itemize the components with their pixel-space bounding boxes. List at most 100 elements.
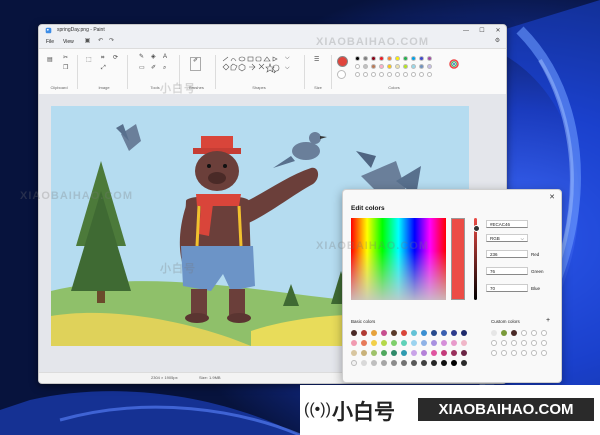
custom-color-swatch[interactable] — [531, 330, 537, 336]
resize-icon[interactable]: ⤢ — [101, 65, 106, 72]
basic-color-swatch[interactable] — [371, 350, 377, 356]
value-slider-handle[interactable] — [473, 225, 480, 232]
color-swatch[interactable] — [379, 64, 384, 69]
outline-dropdown-icon[interactable]: ⌵ — [285, 55, 290, 62]
custom-color-swatch[interactable] — [521, 330, 527, 336]
color-swatch[interactable] — [355, 72, 360, 77]
pencil-icon[interactable]: ✎ — [139, 54, 144, 61]
color-swatch[interactable] — [419, 56, 424, 61]
shapes-gallery[interactable] — [221, 55, 281, 77]
basic-color-swatch[interactable] — [351, 350, 357, 356]
select-icon[interactable]: ⬚ — [86, 57, 92, 64]
basic-color-swatch[interactable] — [431, 330, 437, 336]
basic-color-swatch[interactable] — [371, 360, 377, 366]
save-icon[interactable]: ▣ — [84, 38, 91, 45]
basic-color-swatch[interactable] — [441, 340, 447, 346]
fill-icon[interactable]: ◈ — [151, 54, 156, 61]
redo-icon[interactable]: ↷ — [108, 38, 115, 45]
minimize-button[interactable]: — — [458, 25, 474, 36]
close-button[interactable]: ✕ — [490, 25, 506, 36]
basic-color-swatch[interactable] — [381, 360, 387, 366]
basic-color-swatch[interactable] — [391, 330, 397, 336]
custom-color-swatch[interactable] — [521, 350, 527, 356]
basic-color-swatch[interactable] — [391, 340, 397, 346]
basic-color-swatch[interactable] — [411, 330, 417, 336]
basic-color-swatch[interactable] — [441, 350, 447, 356]
color-swatch[interactable] — [403, 72, 408, 77]
copy-icon[interactable]: ❐ — [63, 65, 68, 72]
active-color-2[interactable] — [337, 70, 346, 79]
basic-color-swatch[interactable] — [351, 330, 357, 336]
maximize-button[interactable]: ☐ — [474, 25, 490, 36]
undo-icon[interactable]: ↶ — [97, 38, 104, 45]
add-custom-color-button[interactable]: + — [546, 317, 550, 324]
color-swatch[interactable] — [363, 72, 368, 77]
basic-color-swatch[interactable] — [431, 340, 437, 346]
basic-color-swatch[interactable] — [391, 350, 397, 356]
custom-color-swatch[interactable] — [541, 340, 547, 346]
basic-color-swatch[interactable] — [451, 330, 457, 336]
basic-color-swatch[interactable] — [421, 360, 427, 366]
fill-dropdown-icon[interactable]: ⌵ — [285, 65, 290, 72]
eraser-icon[interactable]: ▭ — [139, 65, 145, 72]
custom-color-swatch[interactable] — [511, 350, 517, 356]
basic-color-swatch[interactable] — [401, 330, 407, 336]
basic-color-swatch[interactable] — [351, 360, 357, 366]
color-swatch[interactable] — [419, 64, 424, 69]
basic-color-swatch[interactable] — [371, 340, 377, 346]
color-swatch[interactable] — [371, 64, 376, 69]
basic-color-swatch[interactable] — [411, 340, 417, 346]
custom-color-swatch[interactable] — [511, 340, 517, 346]
basic-color-swatch[interactable] — [361, 340, 367, 346]
color-swatch[interactable] — [355, 56, 360, 61]
settings-icon[interactable]: ⚙ — [494, 38, 501, 45]
color-swatch[interactable] — [395, 56, 400, 61]
crop-icon[interactable]: ⌗ — [101, 55, 104, 62]
color-spectrum[interactable] — [351, 218, 446, 300]
custom-color-swatch[interactable] — [511, 330, 517, 336]
color-swatch[interactable] — [387, 56, 392, 61]
custom-color-swatch[interactable] — [491, 340, 497, 346]
red-input[interactable]: 236 — [486, 250, 528, 258]
color-swatch[interactable] — [411, 56, 416, 61]
basic-color-swatch[interactable] — [461, 360, 467, 366]
text-icon[interactable]: A — [163, 54, 167, 61]
color-swatch[interactable] — [355, 64, 360, 69]
menu-view[interactable]: View — [63, 39, 74, 45]
basic-color-swatch[interactable] — [461, 350, 467, 356]
color-picker-icon[interactable]: ✐ — [151, 65, 156, 72]
basic-color-swatch[interactable] — [411, 360, 417, 366]
color-swatch[interactable] — [379, 72, 384, 77]
green-input[interactable]: 76 — [486, 267, 528, 275]
color-swatch[interactable] — [371, 56, 376, 61]
basic-color-swatch[interactable] — [431, 350, 437, 356]
color-swatch[interactable] — [427, 64, 432, 69]
basic-color-swatch[interactable] — [361, 360, 367, 366]
basic-color-swatch[interactable] — [461, 340, 467, 346]
basic-color-swatch[interactable] — [431, 360, 437, 366]
basic-color-swatch[interactable] — [361, 350, 367, 356]
basic-color-swatch[interactable] — [451, 360, 457, 366]
magnifier-icon[interactable]: ⌕ — [163, 65, 166, 72]
custom-color-swatch[interactable] — [501, 340, 507, 346]
basic-color-swatch[interactable] — [451, 350, 457, 356]
edit-colors-icon[interactable] — [449, 59, 459, 69]
hex-input[interactable]: #ECAC46 — [486, 220, 528, 228]
basic-color-swatch[interactable] — [421, 330, 427, 336]
basic-color-swatch[interactable] — [421, 340, 427, 346]
color-swatch[interactable] — [395, 64, 400, 69]
basic-color-swatch[interactable] — [411, 350, 417, 356]
basic-color-swatch[interactable] — [401, 350, 407, 356]
active-color-1[interactable] — [337, 56, 348, 67]
basic-color-swatch[interactable] — [441, 330, 447, 336]
basic-color-swatch[interactable] — [361, 330, 367, 336]
color-swatch[interactable] — [387, 64, 392, 69]
basic-color-swatch[interactable] — [401, 360, 407, 366]
basic-color-swatch[interactable] — [421, 350, 427, 356]
rotate-icon[interactable]: ⟳ — [113, 55, 118, 62]
blue-input[interactable]: 70 — [486, 284, 528, 292]
basic-color-swatch[interactable] — [381, 330, 387, 336]
color-swatch[interactable] — [419, 72, 424, 77]
custom-color-swatch[interactable] — [491, 350, 497, 356]
custom-color-swatch[interactable] — [541, 330, 547, 336]
